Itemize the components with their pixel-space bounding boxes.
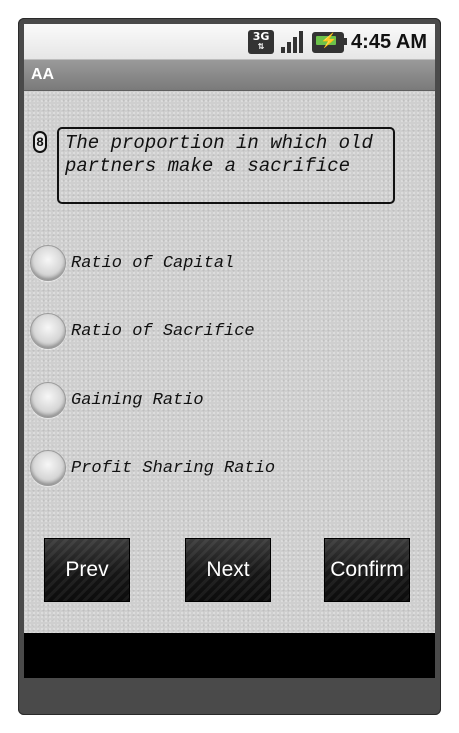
option-ratio-of-sacrifice[interactable]: Ratio of Sacrifice — [30, 313, 420, 349]
confirm-button[interactable]: Confirm — [324, 538, 410, 602]
option-ratio-of-capital[interactable]: Ratio of Capital — [30, 245, 420, 281]
option-label: Ratio of Sacrifice — [71, 321, 255, 341]
option-profit-sharing-ratio[interactable]: Profit Sharing Ratio — [30, 450, 420, 486]
radio-button[interactable] — [30, 245, 66, 281]
bottom-bar — [24, 634, 435, 678]
radio-button[interactable] — [30, 313, 66, 349]
option-gaining-ratio[interactable]: Gaining Ratio — [30, 382, 420, 418]
radio-button[interactable] — [30, 450, 66, 486]
app-title: AA — [31, 66, 55, 83]
signal-icon — [281, 30, 305, 54]
prev-button[interactable]: Prev — [44, 538, 130, 602]
radio-button[interactable] — [30, 382, 66, 418]
quiz-content: 8 The proportion in which old partners m… — [24, 91, 435, 633]
phone-screen: 3G ⇅ ⚡ 4:45 AM AA 8 The proportion in wh… — [24, 24, 435, 678]
question-number: 8 — [33, 131, 47, 153]
app-title-bar: AA — [24, 60, 435, 91]
next-button[interactable]: Next — [185, 538, 271, 602]
option-label: Profit Sharing Ratio — [71, 458, 276, 478]
option-label: Ratio of Capital — [71, 253, 235, 273]
status-bar: 3G ⇅ ⚡ 4:45 AM — [24, 24, 435, 60]
option-label: Gaining Ratio — [71, 390, 204, 410]
3g-icon: 3G ⇅ — [248, 30, 275, 54]
question-text: The proportion in which old partners mak… — [57, 127, 395, 204]
battery-charging-icon: ⚡ — [312, 31, 348, 53]
network-label: 3G — [252, 30, 270, 43]
status-clock: 4:45 AM — [351, 30, 427, 53]
